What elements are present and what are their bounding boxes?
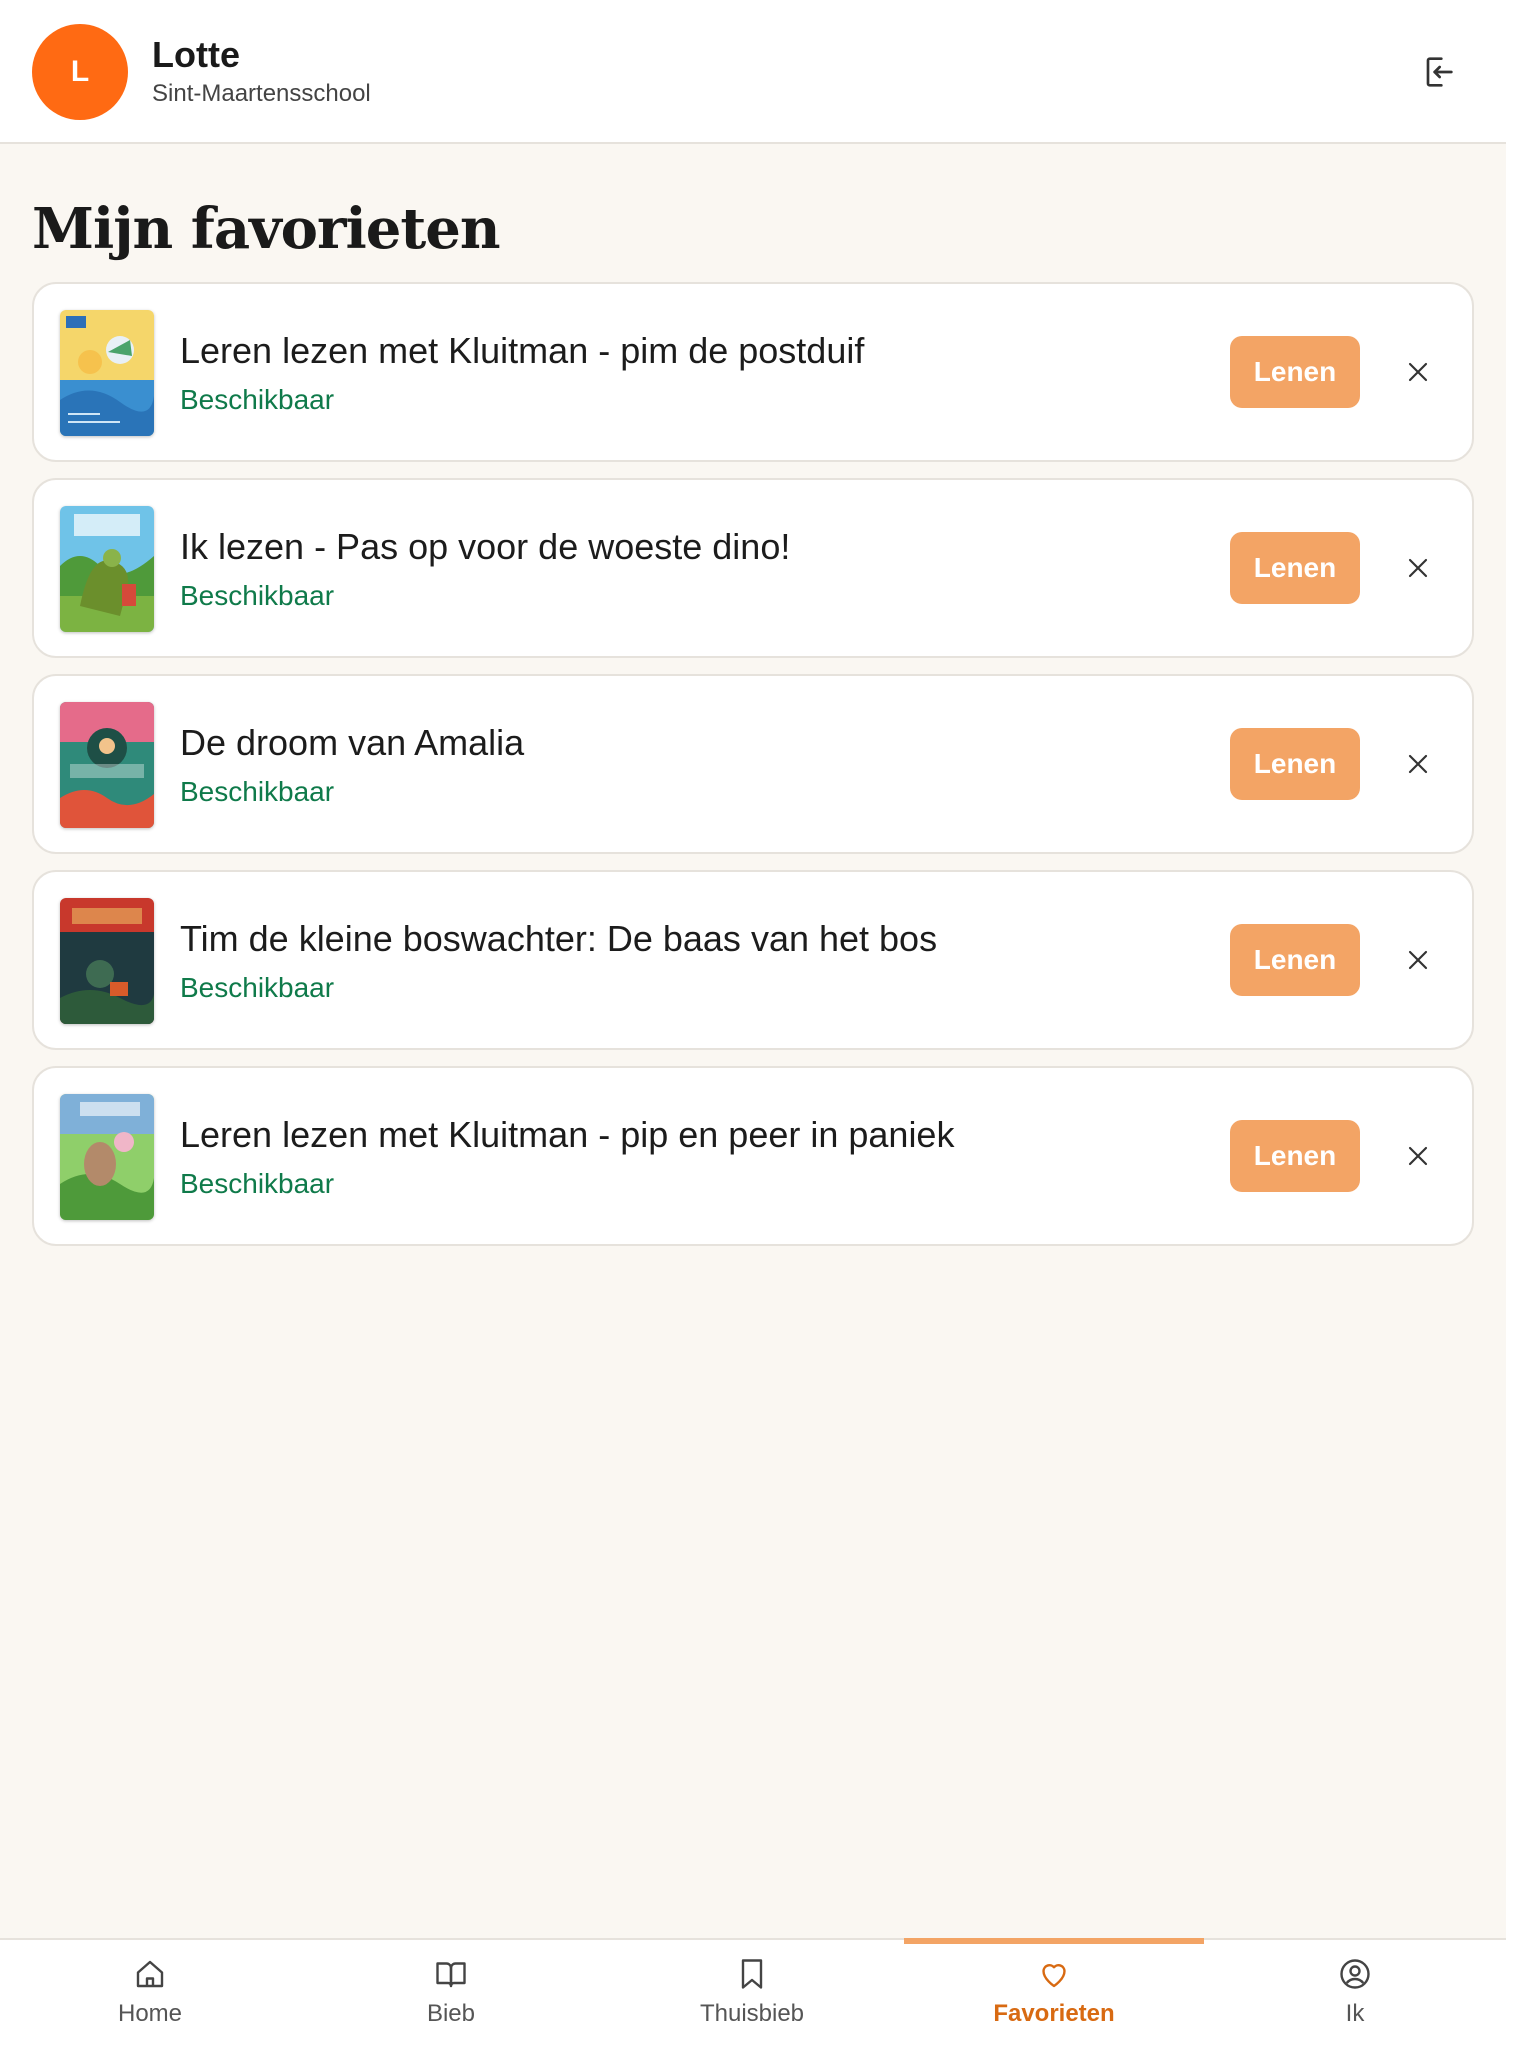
heart-icon [1042,1964,1066,1988]
nav-item-thuisbieb[interactable]: Thuisbieb [602,1940,902,2048]
lend-button[interactable]: Lenen [1230,336,1360,408]
book-cover[interactable] [60,898,154,1024]
book-cover[interactable] [60,310,154,436]
close-icon [1408,362,1428,382]
nav-label-favorieten: Favorieten [993,2000,1115,2027]
app-header: L Lotte Sint-Maartensschool [0,0,1506,144]
bottom-navigation: Home Bieb Thuisbieb Favorieten Ik [0,1938,1506,2048]
book-cover[interactable] [60,506,154,632]
lend-button[interactable]: Lenen [1230,1120,1360,1192]
book-cover[interactable] [60,1094,154,1220]
lend-button[interactable]: Lenen [1230,728,1360,800]
availability-status: Beschikbaar [180,580,335,611]
remove-favorite-button[interactable] [1402,1140,1434,1172]
right-edge-strip [1506,0,1536,2048]
lend-button[interactable]: Lenen [1230,924,1360,996]
nav-label-thuisbieb: Thuisbieb [699,2000,805,2027]
user-circle-icon [1340,1959,1370,1989]
close-icon [1408,558,1428,578]
remove-favorite-button[interactable] [1402,356,1434,388]
availability-status: Beschikbaar [180,776,335,807]
remove-favorite-button[interactable] [1402,552,1434,584]
active-tab-indicator [904,1938,1204,1944]
favorite-card[interactable]: Tim de kleine boswachter: De baas van he… [32,870,1474,1050]
remove-favorite-button[interactable] [1402,944,1434,976]
logout-icon [1426,57,1453,87]
book-title[interactable]: Ik lezen - Pas op voor de woeste dino! [180,526,790,568]
favorite-card[interactable]: Leren lezen met Kluitman - pip en peer i… [32,1066,1474,1246]
avatar[interactable]: L [32,24,128,120]
book-cover[interactable] [60,702,154,828]
availability-status: Beschikbaar [180,1168,335,1199]
nav-item-ik[interactable]: Ik [1205,1940,1505,2048]
remove-favorite-button[interactable] [1402,748,1434,780]
home-icon [136,1960,164,1988]
close-icon [1408,950,1428,970]
book-title[interactable]: Leren lezen met Kluitman - pip en peer i… [180,1114,954,1156]
app-root: L Lotte Sint-Maartensschool Mijn favorie… [0,0,1506,2048]
book-title[interactable]: Leren lezen met Kluitman - pim de postdu… [180,330,864,372]
book-title[interactable]: De droom van Amalia [180,722,524,764]
nav-item-home[interactable]: Home [0,1940,300,2048]
favorite-card[interactable]: Ik lezen - Pas op voor de woeste dino! B… [32,478,1474,658]
favorite-card[interactable]: De droom van Amalia Beschikbaar Lenen [32,674,1474,854]
nav-label-home: Home [117,2000,183,2027]
bookmark-icon [741,1959,763,1989]
nav-label-bieb: Bieb [426,2000,476,2027]
close-icon [1408,754,1428,774]
nav-label-ik: Ik [1345,2000,1365,2027]
book-title[interactable]: Tim de kleine boswachter: De baas van he… [180,918,937,960]
lend-button[interactable]: Lenen [1230,532,1360,604]
availability-status: Beschikbaar [180,972,335,1003]
favorites-list: Leren lezen met Kluitman - pim de postdu… [32,282,1474,1262]
close-icon [1408,1146,1428,1166]
page-title: Mijn favorieten [32,196,501,262]
favorite-card[interactable]: Leren lezen met Kluitman - pim de postdu… [32,282,1474,462]
user-name: Lotte [152,34,240,75]
book-open-icon [436,1962,466,1988]
nav-item-favorieten[interactable]: Favorieten [904,1940,1204,2048]
availability-status: Beschikbaar [180,384,335,415]
nav-item-bieb[interactable]: Bieb [301,1940,601,2048]
user-school: Sint-Maartensschool [152,80,371,107]
logout-button[interactable] [1418,52,1458,92]
